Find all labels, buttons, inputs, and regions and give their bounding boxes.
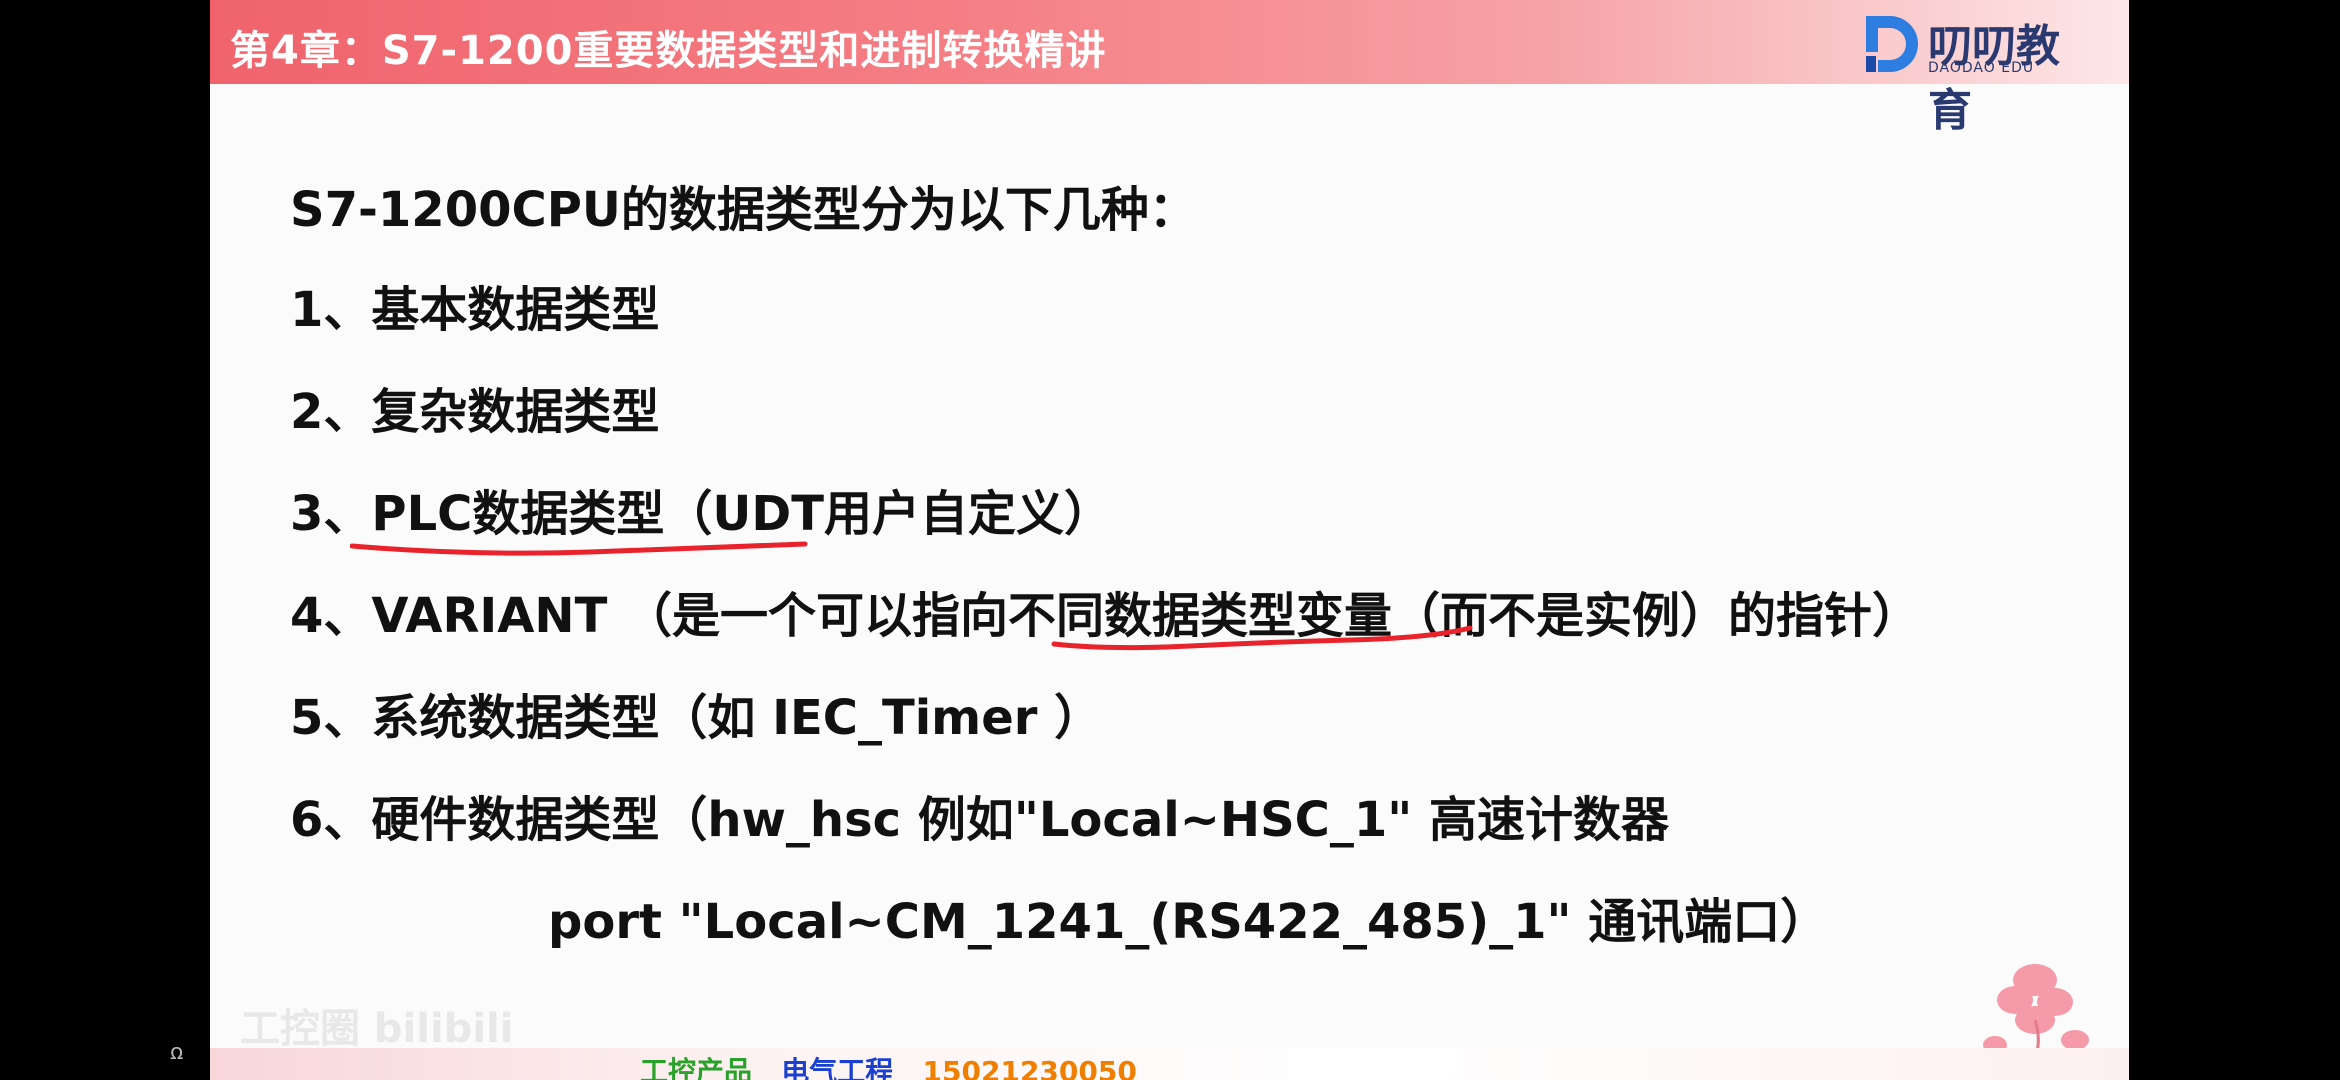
list-item: 5、系统数据类型（如 IEC_Timer ） <box>290 690 1103 746</box>
people-icon[interactable]: ꭥ <box>170 1036 183 1066</box>
brand-subtitle: DAODAO EDU <box>1928 60 2035 76</box>
footer-electrical: 电气工程 <box>781 1055 894 1080</box>
list-item: 2、复杂数据类型 <box>290 384 660 440</box>
chapter-title: 第4章：S7-1200重要数据类型和进制转换精讲 <box>230 28 1107 74</box>
list-item-continuation: port "Local~CM_1241_(RS422_485)_1" 通讯端口） <box>548 894 1829 950</box>
list-item: 3、PLC数据类型（UDT用户自定义） <box>290 486 1112 542</box>
list-item: 4、VARIANT （是一个可以指向不同数据类型变量（而不是实例）的指针） <box>290 588 1921 644</box>
daodao-logo-icon <box>1866 16 1918 72</box>
watermark: 工控圈 bilibili <box>240 1006 514 1052</box>
header-band: 第4章：S7-1200重要数据类型和进制转换精讲 叨叨教育 DAODAO EDU <box>210 0 2129 136</box>
footer-phone: 15021230050 <box>922 1055 1137 1080</box>
footer-contact: 工控产品 电气工程 15021230050 <box>640 1050 1137 1080</box>
footer-banner: 工控产品 电气工程 15021230050 <box>210 1048 2129 1080</box>
footer-products: 工控产品 <box>640 1055 753 1080</box>
slide: 第4章：S7-1200重要数据类型和进制转换精讲 叨叨教育 DAODAO EDU… <box>210 0 2129 1080</box>
intro-text: S7-1200CPU的数据类型分为以下几种： <box>290 182 1197 238</box>
brand-logo: 叨叨教育 DAODAO EDU <box>1860 6 2100 136</box>
list-item: 6、硬件数据类型（hw_hsc 例如"Local~HSC_1" 高速计数器 <box>290 792 1669 848</box>
list-item: 1、基本数据类型 <box>290 282 660 338</box>
